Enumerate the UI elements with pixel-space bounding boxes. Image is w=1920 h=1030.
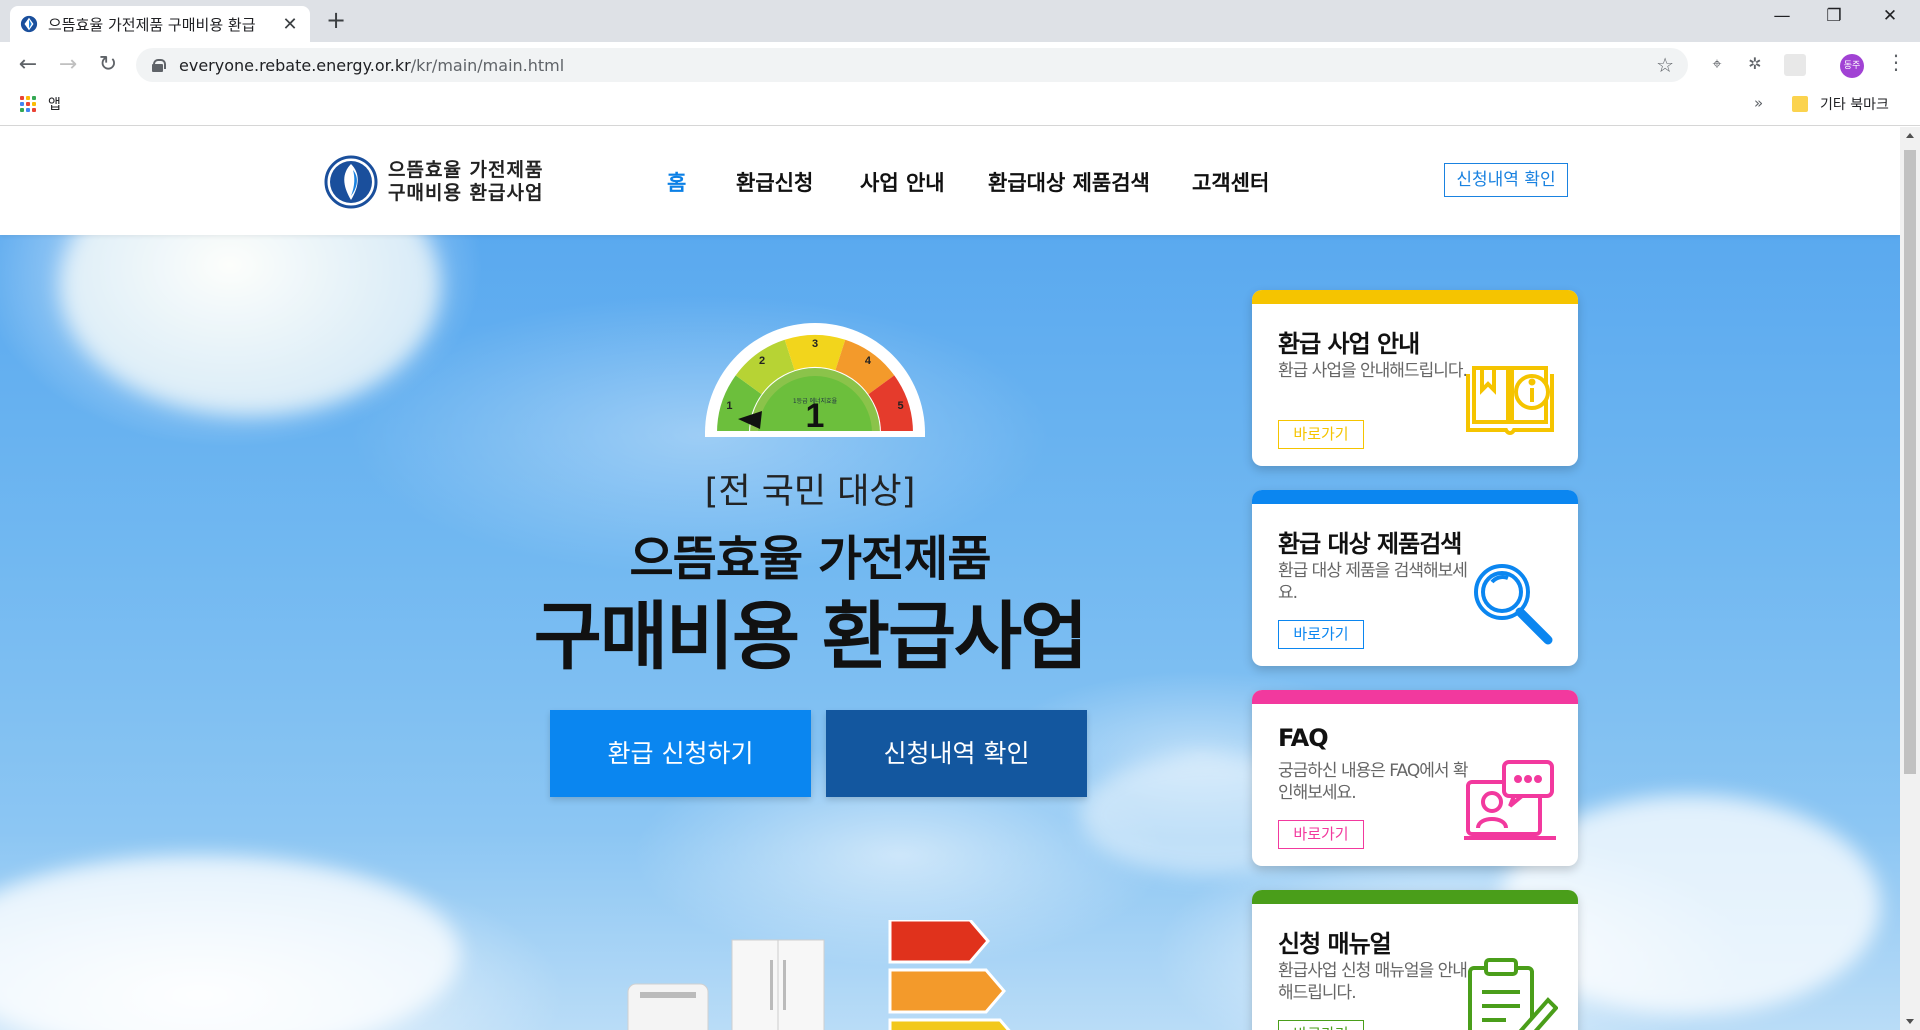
header-check-history-button[interactable]: 신청내역 확인 <box>1444 163 1568 197</box>
logo-mark-icon <box>324 155 378 209</box>
bookmarks-bar: 앱 » 기타 북마크 <box>0 88 1920 126</box>
card-description: 환급 대상 제품을 검색해보세요. <box>1278 561 1468 603</box>
scrollbar-thumb[interactable] <box>1904 150 1916 774</box>
logo-line-2: 구매비용 환급사업 <box>388 182 544 204</box>
card-title: 환급 사업 안내 <box>1278 330 1420 358</box>
gauge-segment-label: 1 <box>726 400 732 412</box>
card-shortcut-button[interactable]: 바로가기 <box>1278 820 1364 849</box>
apps-grid-dot <box>20 96 24 100</box>
browser-tab[interactable]: 으뜸효율 가전제품 구매비용 환급 ✕ <box>10 6 310 42</box>
apps-grid-dot <box>26 108 30 112</box>
site-favicon-icon <box>20 15 38 33</box>
browser-tab-strip: 으뜸효율 가전제품 구매비용 환급 ✕ + — ❐ ✕ <box>0 0 1920 42</box>
quick-link-card[interactable]: 신청 매뉴얼환급사업 신청 매뉴얼을 안내해드립니다. 바로가기 <box>1252 890 1578 1030</box>
hero-title-line-2: 구매비용 환급사업 <box>533 594 1088 680</box>
folder-icon <box>1792 96 1808 112</box>
gauge-segment-label: 3 <box>812 338 818 350</box>
scroll-down-icon[interactable] <box>1906 1019 1914 1024</box>
nav-customer-center[interactable]: 고객센터 <box>1192 167 1269 197</box>
scroll-up-icon[interactable] <box>1906 133 1914 138</box>
cloud-decoration <box>0 855 460 1030</box>
card-accent-bar <box>1252 890 1578 904</box>
card-shortcut-button[interactable]: 바로가기 <box>1278 420 1364 449</box>
card-description: 환급사업 신청 매뉴얼을 안내해드립니다. <box>1278 961 1468 1003</box>
gauge-segment-label: 5 <box>898 400 904 412</box>
hero-subtitle: [전 국민 대상] <box>704 472 916 512</box>
restore-icon[interactable]: ❐ <box>1814 6 1854 26</box>
tab-close-icon[interactable]: ✕ <box>280 14 300 35</box>
url-path: /kr/main/main.html <box>410 55 565 75</box>
bookmark-star-icon[interactable]: ☆ <box>1656 53 1674 77</box>
other-bookmarks[interactable]: 기타 북마크 <box>1820 94 1889 114</box>
card-shortcut-button[interactable]: 바로가기 <box>1278 1020 1364 1030</box>
tab-title: 으뜸효율 가전제품 구매비용 환급 <box>48 15 256 34</box>
lock-icon <box>152 58 166 72</box>
gauge-segment-label: 4 <box>865 355 872 367</box>
site-logo[interactable]: 으뜸효율 가전제품 구매비용 환급사업 <box>324 155 543 209</box>
menu-kebab-icon[interactable]: ⋮ <box>1886 50 1906 74</box>
reload-icon[interactable]: ↻ <box>94 52 122 78</box>
window-close-icon[interactable]: ✕ <box>1870 6 1910 26</box>
faq-chat-icon <box>1462 756 1558 846</box>
clipboard-icon <box>1462 956 1559 1030</box>
apps-grid-dot <box>20 108 24 112</box>
browser-toolbar: ← → ↻ everyone.rebate.energy.or.kr/kr/ma… <box>0 42 1920 88</box>
gauge-segment-label: 2 <box>759 355 765 367</box>
check-history-button[interactable]: 신청내역 확인 <box>826 710 1087 797</box>
page-scrollbar[interactable] <box>1900 127 1920 1030</box>
nav-apply[interactable]: 환급신청 <box>736 167 813 197</box>
card-title: 환급 대상 제품검색 <box>1278 530 1462 558</box>
card-shortcut-button[interactable]: 바로가기 <box>1278 620 1364 649</box>
card-description: 궁금하신 내용은 FAQ에서 확인해보세요. <box>1278 761 1469 803</box>
card-title: 신청 매뉴얼 <box>1278 930 1392 958</box>
card-description: 환급 사업을 안내해드립니다. <box>1278 361 1468 381</box>
url-host: everyone.rebate.energy.or.kr <box>179 55 411 75</box>
nav-product-search[interactable]: 환급대상 제품검색 <box>988 167 1150 197</box>
address-bar[interactable]: everyone.rebate.energy.or.kr/kr/main/mai… <box>136 48 1688 82</box>
apps-grid-icon[interactable] <box>20 96 36 112</box>
site-header: 으뜸효율 가전제품 구매비용 환급사업 홈 환급신청 사업 안내 환급대상 제품… <box>0 127 1900 235</box>
card-title: FAQ <box>1278 724 1329 752</box>
extension-cursor-icon[interactable]: ⌖ <box>1706 54 1728 76</box>
apply-refund-button[interactable]: 환급 신청하기 <box>550 710 811 797</box>
hero-section: 12345 1 1등급 에너지효율 [전 국민 대상] 으뜸효율 가전제품 구매… <box>0 155 1900 1030</box>
apps-grid-dot <box>26 96 30 100</box>
forward-icon[interactable]: → <box>54 52 82 78</box>
extension-bug-icon[interactable]: ✲ <box>1744 54 1766 76</box>
quick-link-card[interactable]: 환급 대상 제품검색환급 대상 제품을 검색해보세요. 바로가기 <box>1252 490 1578 666</box>
bookmarks-overflow-icon[interactable]: » <box>1754 94 1763 112</box>
logo-line-1: 으뜸효율 가전제품 <box>388 159 544 181</box>
new-tab-button[interactable]: + <box>326 8 346 32</box>
back-icon[interactable]: ← <box>14 52 42 78</box>
nav-business-info[interactable]: 사업 안내 <box>860 167 945 197</box>
profile-avatar[interactable]: 동주 <box>1840 54 1864 78</box>
efficiency-gauge: 12345 1 1등급 에너지효율 <box>705 323 925 437</box>
apps-grid-dot <box>32 96 36 100</box>
book-info-icon <box>1462 356 1558 446</box>
apps-grid-dot <box>32 102 36 106</box>
apps-grid-dot <box>32 108 36 112</box>
minimize-icon[interactable]: — <box>1762 6 1802 26</box>
page-viewport: 으뜸효율 가전제품 구매비용 환급사업 홈 환급신청 사업 안내 환급대상 제품… <box>0 127 1900 1030</box>
card-accent-bar <box>1252 490 1578 504</box>
quick-link-card[interactable]: FAQ 궁금하신 내용은 FAQ에서 확인해보세요. 바로가기 <box>1252 690 1578 866</box>
svg-text:1등급 에너지효율: 1등급 에너지효율 <box>793 397 838 405</box>
quick-link-card[interactable]: 환급 사업 안내환급 사업을 안내해드립니다. 바로가기 <box>1252 290 1578 466</box>
apps-grid-dot <box>20 102 24 106</box>
search-icon <box>1462 556 1558 646</box>
appliance-illustration <box>627 920 1011 1030</box>
apps-grid-dot <box>26 102 30 106</box>
extension-blank-icon[interactable] <box>1784 54 1806 76</box>
card-accent-bar <box>1252 690 1578 704</box>
card-accent-bar <box>1252 290 1578 304</box>
nav-home[interactable]: 홈 <box>667 167 686 197</box>
apps-label[interactable]: 앱 <box>48 94 61 114</box>
